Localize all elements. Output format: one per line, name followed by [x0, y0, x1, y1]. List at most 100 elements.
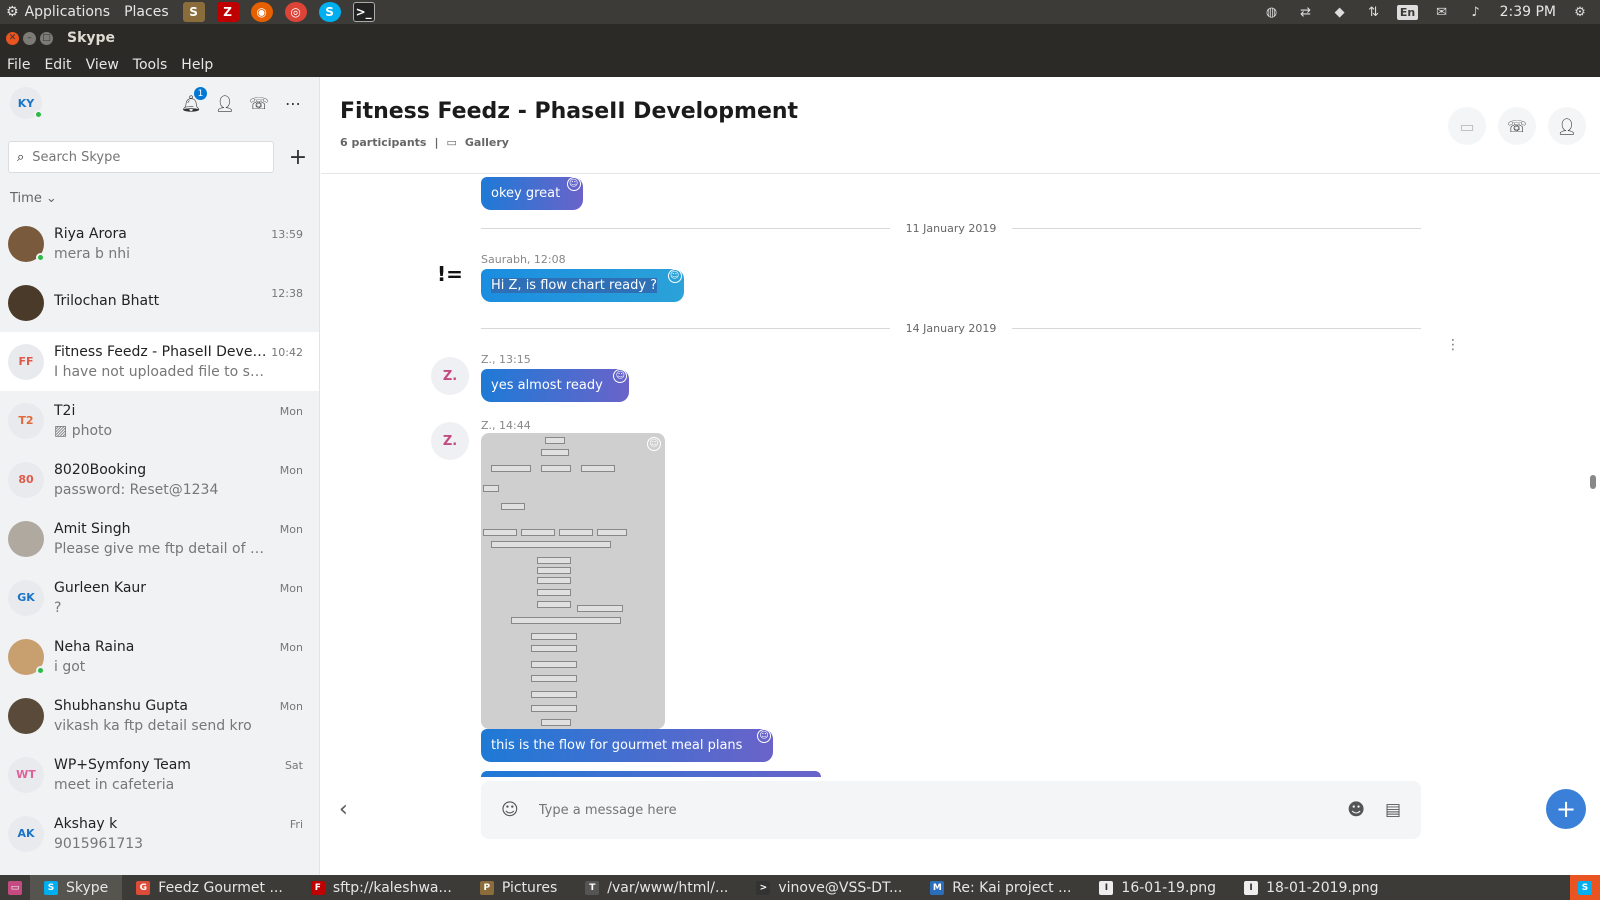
- participants-count[interactable]: 6 participants: [340, 136, 426, 149]
- search-input[interactable]: [32, 149, 253, 165]
- taskbar-item[interactable]: G Feedz Gourmet ...: [122, 875, 297, 900]
- chat-list-item[interactable]: Neha Raina i got Mon: [0, 627, 319, 686]
- taskbar-item[interactable]: T/var/www/html/...: [571, 875, 742, 900]
- mail-icon[interactable]: ✉: [1432, 3, 1452, 21]
- globe-icon[interactable]: ◍: [1262, 3, 1282, 21]
- chat-timestamp: Mon: [279, 700, 303, 713]
- gallery-link[interactable]: Gallery: [465, 136, 509, 149]
- anydesk-icon[interactable]: ◆: [1330, 3, 1350, 21]
- minimize-window-button[interactable]: –: [23, 31, 36, 45]
- chat-timestamp: Mon: [279, 405, 303, 418]
- search-box[interactable]: ⌕: [8, 141, 274, 173]
- reaction-smiley-icon[interactable]: ☺: [757, 729, 772, 743]
- taskbar-item[interactable]: > vinove@VSS-DT...: [742, 875, 916, 900]
- chat-list-item[interactable]: 80 8020Booking password: Reset@1234 Mon: [0, 450, 319, 509]
- sender-avatar[interactable]: !=: [431, 255, 469, 293]
- taskbar-item[interactable]: I 18-01-2019.png: [1230, 875, 1392, 900]
- skype-launcher-icon[interactable]: S: [318, 2, 341, 22]
- message-bubble[interactable]: okey great ☺: [481, 177, 583, 210]
- app-icon: >: [756, 880, 771, 895]
- sublime-launcher-icon[interactable]: S: [182, 2, 205, 22]
- app-icon: G: [136, 880, 151, 895]
- chat-list-item[interactable]: Trilochan Bhatt 12:38: [0, 273, 319, 332]
- terminal-launcher-icon[interactable]: >_: [352, 2, 375, 22]
- teamviewer-icon[interactable]: ⇄: [1296, 3, 1316, 21]
- chat-list-item[interactable]: Shubhanshu Gupta vikash ka ftp detail sen…: [0, 686, 319, 745]
- conversation-title[interactable]: Fitness Feedz - PhaseII Development: [340, 99, 1600, 124]
- clock[interactable]: 2:39 PM: [1500, 4, 1556, 20]
- show-desktop-icon[interactable]: ▭: [0, 875, 30, 900]
- send-file-icon[interactable]: ▤: [1385, 800, 1401, 820]
- chat-list-item[interactable]: AK Akshay k 9015961713 Fri: [0, 804, 319, 863]
- flowchart-image-attachment[interactable]: ☺: [481, 433, 665, 729]
- chat-preview: password: Reset@1234: [54, 481, 219, 498]
- message-bubble[interactable]: yes almost ready ☺: [481, 369, 630, 402]
- chat-timestamp: Mon: [279, 582, 303, 595]
- reaction-smiley-icon[interactable]: ☺: [613, 369, 628, 383]
- notifications-bell-icon[interactable]: 🔔︎ 1: [181, 87, 207, 113]
- more-options-icon[interactable]: ⋯: [283, 93, 303, 113]
- menu-tools[interactable]: Tools: [126, 57, 175, 73]
- chrome-launcher-icon[interactable]: ◎: [284, 2, 307, 22]
- chat-name: Riya Arora: [54, 225, 127, 242]
- message-input[interactable]: [538, 802, 1299, 818]
- chat-list-item[interactable]: T2 T2i ▨ photo Mon: [0, 391, 319, 450]
- chat-list-item[interactable]: Amit Singh Please give me ftp detail of t…: [0, 509, 319, 568]
- contacts-icon[interactable]: 👤︎: [215, 93, 235, 113]
- firefox-launcher-icon[interactable]: ◉: [250, 2, 273, 22]
- chat-list-item[interactable]: FF Fitness Feedz - PhaseII Develo... I hav…: [0, 332, 319, 391]
- taskbar-item[interactable]: Fsftp://kaleshwa...: [297, 875, 466, 900]
- taskbar-items: S Skype G Feedz Gourmet ... Fsftp://kaleshwa…: [30, 875, 1393, 900]
- system-top-panel: ⚙ Applications Places S Z ◉ ◎ S >_ ◍ ⇄ ◆…: [0, 0, 1600, 24]
- message-scrollbar[interactable]: [1590, 475, 1596, 489]
- taskbar-item[interactable]: P Pictures: [466, 875, 571, 900]
- contact-avatar: T2: [8, 402, 44, 439]
- sticker-icon[interactable]: ☻: [1347, 800, 1365, 820]
- message-more-options-icon[interactable]: ⋮: [1446, 337, 1460, 353]
- network-icon[interactable]: ⇅: [1364, 3, 1384, 21]
- reaction-smiley-icon[interactable]: ☺: [667, 269, 682, 283]
- chat-name: Trilochan Bhatt: [54, 292, 160, 309]
- menu-edit[interactable]: Edit: [37, 57, 78, 73]
- new-chat-button[interactable]: +: [286, 145, 310, 170]
- chevron-left-icon[interactable]: ‹: [339, 797, 348, 822]
- my-avatar[interactable]: KY: [10, 87, 43, 119]
- chat-list-item[interactable]: GK Gurleen Kaur? Mon: [0, 568, 319, 627]
- message-bubble[interactable]: this is the flow for gourmet meal plans …: [481, 729, 774, 762]
- keyboard-language-indicator[interactable]: En: [1396, 3, 1419, 21]
- add-participant-button[interactable]: 👤︎: [1548, 107, 1586, 145]
- contact-avatar: [8, 284, 44, 321]
- audio-call-button[interactable]: ☏: [1498, 107, 1536, 145]
- calls-icon[interactable]: ☏: [249, 93, 269, 113]
- reaction-smiley-icon[interactable]: ☺: [566, 177, 581, 191]
- video-call-button[interactable]: ▭: [1448, 107, 1486, 145]
- chat-name: Gurleen Kaur: [54, 579, 147, 596]
- chat-list-item[interactable]: WT WP+Symfony Team meet in cafeteria Sat: [0, 745, 319, 804]
- close-window-button[interactable]: ✕: [6, 31, 19, 45]
- sender-avatar[interactable]: Z.: [431, 422, 469, 460]
- add-content-button[interactable]: +: [1546, 789, 1586, 829]
- taskbar-item[interactable]: I 16-01-19.png: [1085, 875, 1230, 900]
- app-icon: P: [479, 880, 494, 895]
- message-bubble[interactable]: Hi Z, is flow chart ready ? ☺: [481, 269, 684, 302]
- taskbar-item[interactable]: S Skype: [30, 875, 123, 900]
- filezilla-launcher-icon[interactable]: Z: [216, 2, 239, 22]
- maximize-window-button[interactable]: □: [40, 31, 53, 45]
- window-title: Skype: [67, 30, 116, 46]
- contact-avatar: [8, 225, 45, 262]
- sender-avatar[interactable]: Z.: [431, 357, 469, 395]
- taskbar-item[interactable]: M Re: Kai project ...: [916, 875, 1085, 900]
- menu-view[interactable]: View: [79, 57, 126, 73]
- sort-dropdown[interactable]: Time ⌄: [0, 191, 319, 206]
- menu-help[interactable]: Help: [174, 57, 220, 73]
- volume-icon[interactable]: ♪: [1466, 3, 1486, 21]
- skype-tray-icon[interactable]: S: [1570, 875, 1600, 900]
- emoji-icon[interactable]: ☺: [501, 800, 519, 820]
- chat-timestamp: Sat: [284, 759, 303, 772]
- menu-file[interactable]: File: [0, 57, 37, 73]
- chat-list-item[interactable]: Riya Arora mera b nhi 13:59: [0, 214, 319, 273]
- places-menu[interactable]: Places: [124, 4, 169, 20]
- system-gear-icon[interactable]: ⚙: [1570, 3, 1590, 21]
- reaction-smiley-icon[interactable]: ☺: [647, 437, 661, 451]
- applications-menu[interactable]: ⚙ Applications: [6, 4, 110, 20]
